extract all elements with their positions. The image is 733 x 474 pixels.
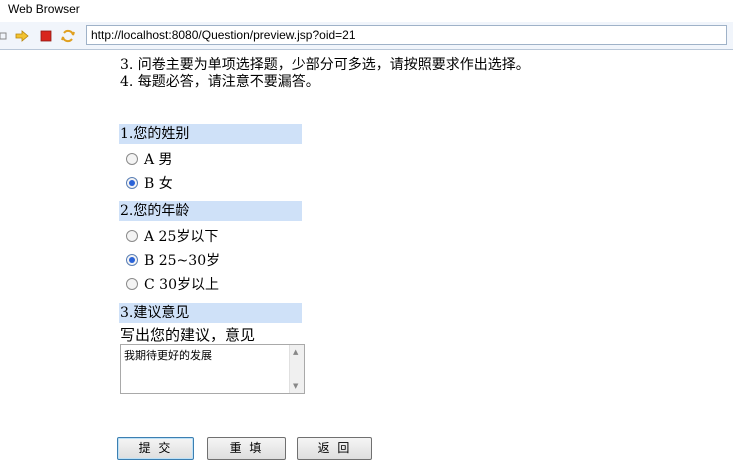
page-content: 3. 问卷主要为单项选择题，少部分可多选，请按照要求作出选择。 4. 每题必答，…	[0, 50, 733, 474]
address-bar[interactable]: http://localhost:8080/Question/preview.j…	[86, 25, 727, 45]
question-3-prompt: 写出您的建议，意见	[120, 326, 256, 344]
submit-button[interactable]: 提 交	[117, 437, 194, 460]
option-label: B 25~30岁	[144, 253, 221, 269]
option-label: A 25岁以下	[144, 229, 219, 245]
back-icon[interactable]	[0, 28, 14, 42]
note-line-4: 4. 每题必答，请注意不要漏答。	[120, 74, 320, 90]
radio-button[interactable]	[126, 230, 138, 242]
option-label: B 女	[144, 176, 173, 192]
scroll-down-icon[interactable]: ▼	[293, 382, 298, 390]
radio-button[interactable]	[126, 254, 138, 266]
question-1-option-b[interactable]: B 女	[126, 174, 173, 194]
option-label: A 男	[144, 152, 173, 168]
radio-button[interactable]	[126, 153, 138, 165]
browser-toolbar: http://localhost:8080/Question/preview.j…	[0, 22, 733, 50]
scroll-up-icon[interactable]: ▲	[293, 348, 298, 356]
window-titlebar: Web Browser	[0, 0, 733, 22]
textarea-scrollbar[interactable]: ▲ ▼	[289, 345, 304, 393]
question-1-option-a[interactable]: A 男	[126, 150, 173, 170]
question-1-title: 1.您的姓别	[119, 124, 302, 144]
refresh-icon[interactable]	[61, 28, 75, 43]
radio-button[interactable]	[126, 278, 138, 290]
option-label: C 30岁以上	[144, 277, 219, 293]
question-3-title: 3.建议意见	[119, 303, 302, 323]
question-2-option-b[interactable]: B 25~30岁	[126, 251, 220, 271]
forward-icon[interactable]	[15, 28, 29, 42]
question-2-title: 2.您的年龄	[119, 201, 302, 221]
suggestion-textarea[interactable]: 我期待更好的发展 ▲ ▼	[120, 344, 305, 394]
textarea-value: 我期待更好的发展	[124, 349, 212, 362]
note-line-3: 3. 问卷主要为单项选择题，少部分可多选，请按照要求作出选择。	[120, 57, 530, 73]
window-title: Web Browser	[8, 2, 80, 16]
question-2-option-a[interactable]: A 25岁以下	[126, 227, 218, 247]
radio-button[interactable]	[126, 177, 138, 189]
reset-button[interactable]: 重 填	[207, 437, 286, 460]
stop-icon[interactable]	[39, 28, 53, 42]
back-button[interactable]: 返 回	[297, 437, 372, 460]
question-2-option-c[interactable]: C 30岁以上	[126, 275, 219, 295]
